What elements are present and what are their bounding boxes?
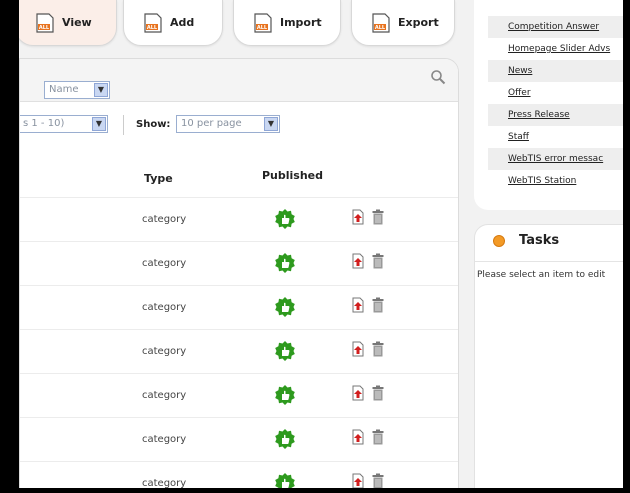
section-link[interactable]: Staff: [508, 132, 529, 142]
table-row[interactable]: category: [20, 329, 458, 374]
svg-text:ALL: ALL: [39, 25, 50, 31]
view-button-label: View: [62, 16, 92, 29]
chevron-down-icon: ▼: [264, 117, 278, 131]
section-link[interactable]: News: [508, 66, 532, 76]
list-item[interactable]: News: [488, 60, 623, 82]
tasks-panel: Tasks Please select an item to edit: [474, 224, 623, 488]
tasks-divider: [475, 261, 623, 262]
svg-text:ALL: ALL: [375, 25, 386, 31]
section-link[interactable]: Press Release: [508, 110, 570, 120]
filter-bar: Name ▼: [20, 59, 458, 102]
move-up-icon[interactable]: [350, 385, 366, 401]
list-item[interactable]: Press Release: [488, 104, 623, 126]
per-page-select[interactable]: 10 per page ▼: [176, 115, 280, 133]
type-cell: category: [142, 214, 187, 225]
page-range-value: s 1 - 10): [23, 118, 65, 129]
search-icon[interactable]: [430, 69, 446, 85]
add-button-label: Add: [170, 16, 195, 29]
section-link[interactable]: Homepage Slider Advs: [508, 44, 610, 54]
app-stage: ALL View ALL Add ALL Import ALL Export N…: [19, 0, 623, 488]
list-item[interactable]: WebTIS error messac: [488, 148, 623, 170]
table-row[interactable]: category: [20, 285, 458, 330]
chevron-down-icon: ▼: [94, 83, 108, 97]
list-item[interactable]: WebTIS Station: [488, 170, 623, 192]
published-icon[interactable]: [274, 384, 296, 406]
import-button[interactable]: ALL Import: [233, 0, 341, 46]
published-icon[interactable]: [274, 428, 296, 450]
trash-icon[interactable]: [372, 341, 384, 357]
pager-row: s 1 - 10) ▼ Show: 10 per page ▼: [20, 101, 458, 141]
published-icon[interactable]: [274, 340, 296, 362]
view-button[interactable]: ALL View: [19, 0, 117, 46]
svg-text:ALL: ALL: [257, 25, 268, 31]
tasks-title: Tasks: [519, 233, 560, 248]
move-up-icon[interactable]: [350, 297, 366, 313]
add-button[interactable]: ALL Add: [123, 0, 223, 46]
trash-icon[interactable]: [372, 473, 384, 488]
list-item[interactable]: Offer: [488, 82, 623, 104]
published-icon[interactable]: [274, 472, 296, 488]
window-frame-bottom: [0, 488, 630, 493]
section-link[interactable]: Offer: [508, 88, 531, 98]
type-cell: category: [142, 390, 187, 401]
list-item[interactable]: Staff: [488, 126, 623, 148]
list-document-icon: ALL: [370, 12, 392, 34]
trash-icon[interactable]: [372, 297, 384, 313]
move-up-icon[interactable]: [350, 473, 366, 488]
move-up-icon[interactable]: [350, 209, 366, 225]
window-frame-right: [623, 0, 630, 493]
filter-field-value: Name: [49, 84, 79, 95]
column-header-published[interactable]: Published: [262, 169, 323, 182]
section-link[interactable]: WebTIS error messac: [508, 154, 603, 164]
type-cell: category: [142, 478, 187, 488]
list-document-icon: ALL: [142, 12, 164, 34]
sections-panel: Competition Answer Homepage Slider Advs …: [474, 0, 623, 210]
published-icon[interactable]: [274, 208, 296, 230]
move-up-icon[interactable]: [350, 429, 366, 445]
list-item[interactable]: Homepage Slider Advs: [488, 38, 623, 60]
type-cell: category: [142, 346, 187, 357]
trash-icon[interactable]: [372, 253, 384, 269]
filter-field-select[interactable]: Name ▼: [44, 81, 110, 99]
published-icon[interactable]: [274, 252, 296, 274]
pager-divider: [123, 115, 124, 135]
type-cell: category: [142, 434, 187, 445]
table-row[interactable]: category: [20, 373, 458, 418]
trash-icon[interactable]: [372, 429, 384, 445]
table-row[interactable]: category: [20, 461, 458, 488]
per-page-value: 10 per page: [181, 118, 242, 129]
export-button-label: Export: [398, 16, 439, 29]
show-label: Show:: [136, 119, 171, 130]
list-document-icon: ALL: [34, 12, 56, 34]
move-up-icon[interactable]: [350, 253, 366, 269]
section-link[interactable]: Competition Answer: [508, 22, 599, 32]
page-range-select[interactable]: s 1 - 10) ▼: [20, 115, 108, 133]
published-icon[interactable]: [274, 296, 296, 318]
column-header-type[interactable]: Type: [144, 172, 173, 185]
export-button[interactable]: ALL Export: [351, 0, 455, 46]
tasks-message: Please select an item to edit: [477, 270, 606, 280]
svg-text:ALL: ALL: [147, 25, 158, 31]
list-document-icon: ALL: [252, 12, 274, 34]
move-up-icon[interactable]: [350, 341, 366, 357]
trash-icon[interactable]: [372, 209, 384, 225]
items-list-panel: Name ▼ s 1 - 10) ▼ Show: 10 per page ▼ T…: [19, 58, 459, 488]
type-cell: category: [142, 258, 187, 269]
import-button-label: Import: [280, 16, 322, 29]
table-row[interactable]: category: [20, 197, 458, 242]
table-row[interactable]: category: [20, 417, 458, 462]
chevron-down-icon: ▼: [92, 117, 106, 131]
window-frame-left: [0, 0, 19, 493]
section-link[interactable]: WebTIS Station: [508, 176, 576, 186]
list-item[interactable]: Competition Answer: [488, 16, 623, 38]
type-cell: category: [142, 302, 187, 313]
bullet-icon: [493, 235, 505, 247]
table-row[interactable]: category: [20, 241, 458, 286]
trash-icon[interactable]: [372, 385, 384, 401]
